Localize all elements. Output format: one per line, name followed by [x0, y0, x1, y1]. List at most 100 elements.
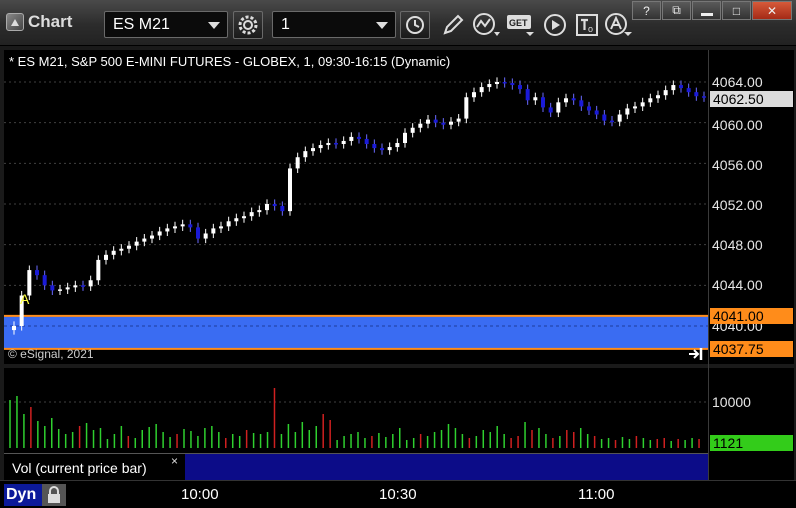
- volume-axis-label: 10000: [712, 394, 751, 410]
- candle-body: [702, 96, 706, 98]
- candle-body: [165, 228, 170, 232]
- minimize-button[interactable]: [692, 1, 721, 20]
- chart-type-button[interactable]: [472, 11, 502, 39]
- chevron-down-icon[interactable]: [376, 22, 388, 29]
- candle-body: [134, 241, 139, 246]
- candle-body: [349, 136, 354, 141]
- candle-body: [142, 238, 147, 242]
- candle-body: [65, 287, 70, 290]
- alert-button[interactable]: [604, 11, 634, 39]
- time-axis-label: 10:30: [379, 486, 417, 503]
- candle-body: [357, 136, 361, 139]
- candle-body: [211, 228, 216, 234]
- symbol-field[interactable]: ES M21: [104, 11, 228, 38]
- candle-body: [326, 143, 331, 146]
- chart-legend: * ES M21, S&P 500 E-MINI FUTURES - GLOBE…: [9, 54, 451, 69]
- svg-text:o: o: [588, 24, 593, 34]
- help-button[interactable]: ?: [632, 1, 661, 20]
- price-axis[interactable]: 4064.00 4060.00 4056.00 4052.00 4048.00 …: [708, 50, 794, 364]
- price-axis-label: 4064.00: [712, 74, 763, 90]
- last-price-tag: 4062.50: [710, 91, 793, 107]
- window-title-text: Chart: [28, 12, 73, 31]
- candle-body: [602, 114, 607, 121]
- candle-body: [303, 151, 308, 158]
- candle-body: [656, 95, 660, 99]
- candle-body: [410, 127, 415, 133]
- candle-body: [640, 102, 645, 107]
- scroll-to-end-icon[interactable]: [687, 347, 705, 361]
- app-logo-icon: [6, 13, 24, 31]
- chevron-down-icon[interactable]: [208, 22, 220, 29]
- candle-body: [88, 280, 93, 287]
- get-button[interactable]: GET: [506, 11, 536, 39]
- price-axis-label: 4048.00: [712, 237, 763, 253]
- clock-icon: [406, 16, 424, 34]
- candle-body: [556, 102, 561, 113]
- replay-button[interactable]: [540, 11, 570, 39]
- candle-body: [311, 148, 315, 152]
- candle-body: [372, 144, 377, 149]
- candle-body: [502, 82, 507, 84]
- candle-body: [564, 98, 568, 103]
- svg-text:GET: GET: [509, 18, 528, 28]
- settings-icon: [238, 15, 258, 35]
- candle-body: [633, 106, 637, 109]
- time-template-button[interactable]: [400, 11, 430, 39]
- maximize-button[interactable]: □: [722, 1, 751, 20]
- text-tool-button[interactable]: o: [572, 11, 602, 39]
- candle-body: [272, 204, 277, 207]
- candle-body: [548, 107, 553, 113]
- candle-body: [625, 108, 630, 115]
- price-axis-label: 4044.00: [712, 277, 763, 293]
- lock-button[interactable]: [42, 484, 66, 506]
- candle-body: [318, 145, 323, 149]
- candle-body: [364, 138, 369, 145]
- copyright-text: © eSignal, 2021: [8, 347, 94, 361]
- candle-body: [403, 132, 407, 143]
- candle-body: [180, 224, 185, 227]
- dynamic-mode-button[interactable]: Dyn: [4, 484, 42, 506]
- candle-body: [249, 212, 254, 217]
- close-button[interactable]: ✕: [752, 1, 792, 20]
- restore-button[interactable]: ⧉: [662, 1, 691, 20]
- text-tool-icon: o: [576, 14, 598, 36]
- draw-tool-button[interactable]: [438, 11, 468, 39]
- candle-body: [679, 85, 683, 89]
- price-chart-pane[interactable]: * ES M21, S&P 500 E-MINI FUTURES - GLOBE…: [4, 50, 708, 364]
- close-study-icon[interactable]: ×: [171, 454, 178, 468]
- candle-body: [617, 114, 622, 122]
- candle-body: [280, 206, 285, 212]
- study-strip: [185, 453, 708, 480]
- candle-body: [58, 289, 62, 291]
- candle-body: [242, 216, 246, 219]
- candle-body: [203, 233, 208, 239]
- candle-body: [150, 235, 154, 239]
- candle-body: [73, 285, 78, 288]
- candle-body: [426, 119, 430, 124]
- candle-body: [81, 285, 85, 287]
- settings-button[interactable]: [233, 11, 263, 39]
- band-upper-tag: 4041.00: [710, 308, 793, 324]
- candle-body: [594, 110, 599, 115]
- candle-body: [479, 87, 484, 93]
- price-band: [4, 315, 708, 349]
- time-axis[interactable]: Dyn 10:00 10:30 11:00: [0, 480, 796, 508]
- symbol-value: ES M21: [113, 16, 170, 33]
- candle-body: [495, 82, 499, 85]
- candle-body: [510, 83, 515, 86]
- candle-body: [433, 119, 438, 123]
- interval-field[interactable]: 1: [272, 11, 396, 38]
- study-title-panel[interactable]: Vol (current price bar) ×: [4, 453, 185, 480]
- pencil-icon: [443, 14, 464, 35]
- candle-body: [694, 92, 699, 97]
- time-axis-label: 11:00: [578, 486, 615, 503]
- candle-body: [686, 88, 691, 93]
- candle-body: [418, 123, 423, 128]
- candle-body: [648, 98, 653, 103]
- candle-body: [188, 224, 193, 228]
- candle-body: [35, 270, 39, 276]
- axis-divider: [708, 50, 709, 480]
- play-icon: [544, 14, 566, 36]
- candle-body: [441, 122, 446, 125]
- candle-body: [234, 218, 239, 222]
